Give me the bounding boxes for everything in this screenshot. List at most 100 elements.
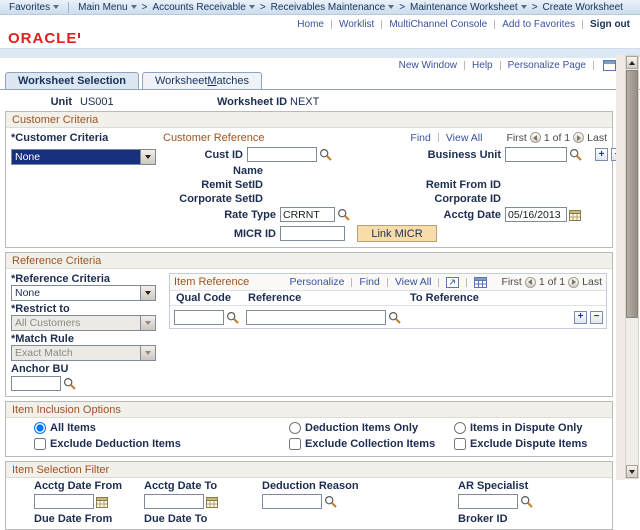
calendar-icon[interactable]: [206, 496, 218, 508]
add-row-button[interactable]: +: [595, 148, 608, 161]
acctg-date-to-input[interactable]: [144, 494, 204, 509]
help-link[interactable]: Help: [472, 60, 493, 71]
divider: [464, 61, 465, 70]
scrollbar-thumb[interactable]: [626, 70, 638, 318]
oracle-logo: ORACLE: [8, 30, 77, 47]
deduction-items-only-radio[interactable]: [289, 422, 301, 434]
header-band: [0, 48, 640, 58]
deduction-items-only-label: Deduction Items Only: [305, 422, 418, 434]
lookup-icon[interactable]: [388, 311, 401, 324]
first-label: First: [501, 276, 521, 288]
exclude-dispute-items-checkbox[interactable]: [454, 438, 466, 450]
corporate-id-label: Corporate ID: [333, 193, 501, 205]
ar-specialist-label: AR Specialist: [458, 480, 607, 492]
exclude-collection-items-checkbox[interactable]: [289, 438, 301, 450]
anchor-bu-label: Anchor BU: [11, 363, 169, 375]
personalize-link[interactable]: Personalize: [290, 276, 345, 288]
tab-worksheet-matches[interactable]: Worksheet Matches: [142, 72, 262, 89]
reference-criteria-select[interactable]: None: [11, 285, 156, 301]
ar-specialist-input[interactable]: [458, 494, 518, 509]
lookup-icon[interactable]: [63, 377, 76, 390]
previous-row-icon[interactable]: [525, 277, 536, 288]
acctg-date-to-label: Acctg Date To: [144, 480, 262, 492]
previous-row-icon[interactable]: [530, 132, 541, 143]
lookup-icon[interactable]: [319, 148, 332, 161]
breadcrumb-create-worksheet[interactable]: Create Worksheet: [543, 2, 623, 13]
customer-criteria-groupbox: Customer Criteria *Customer Criteria Non…: [5, 111, 613, 248]
reference-input[interactable]: [246, 310, 386, 325]
last-label: Last: [587, 132, 607, 144]
worksheet-id-value: NEXT: [290, 96, 319, 108]
find-link[interactable]: Find: [410, 132, 430, 144]
divider: [500, 61, 501, 70]
acctg-date-from-input[interactable]: [34, 494, 94, 509]
add-to-favorites-link[interactable]: Add to Favorites: [502, 19, 575, 30]
business-unit-input[interactable]: [505, 147, 567, 162]
items-in-dispute-only-label: Items in Dispute Only: [470, 422, 582, 434]
exclude-deduction-items-checkbox[interactable]: [34, 438, 46, 450]
worklist-link[interactable]: Worklist: [339, 19, 374, 30]
tab-worksheet-selection[interactable]: Worksheet Selection: [5, 72, 139, 89]
items-in-dispute-only-radio[interactable]: [454, 422, 466, 434]
acctg-date-input[interactable]: [505, 207, 567, 222]
delete-row-button[interactable]: −: [590, 311, 603, 324]
lookup-icon[interactable]: [569, 148, 582, 161]
scroll-up-button[interactable]: [626, 56, 638, 69]
sign-out-link[interactable]: Sign out: [590, 19, 630, 30]
restrict-to-label: *Restrict to: [11, 303, 169, 315]
calendar-icon[interactable]: [96, 496, 108, 508]
breadcrumb-receivables-maintenance[interactable]: Receivables Maintenance: [271, 2, 395, 13]
deduction-reason-input[interactable]: [262, 494, 322, 509]
cust-id-label: Cust ID: [163, 149, 243, 161]
lookup-icon[interactable]: [520, 495, 533, 508]
item-reference-title: Item Reference: [174, 276, 249, 288]
dropdown-arrow-icon: [140, 316, 155, 330]
vertical-scrollbar[interactable]: [625, 55, 639, 479]
chevron-down-icon: [131, 5, 137, 9]
next-row-icon[interactable]: [568, 277, 579, 288]
lookup-icon[interactable]: [324, 495, 337, 508]
customer-criteria-select[interactable]: None: [11, 149, 156, 165]
reference-criteria-title: Reference Criteria: [6, 253, 612, 269]
all-items-radio[interactable]: [34, 422, 46, 434]
chevron-down-icon: [249, 5, 255, 9]
personalize-page-link[interactable]: Personalize Page: [508, 60, 586, 71]
tab-bar: Worksheet Selection Worksheet Matches: [0, 71, 640, 90]
match-rule-label: *Match Rule: [11, 333, 169, 345]
find-link[interactable]: Find: [359, 276, 379, 288]
link-micr-button[interactable]: Link MICR: [357, 225, 437, 242]
divider: [381, 20, 382, 29]
http-window-icon[interactable]: [603, 60, 616, 71]
qual-code-input[interactable]: [174, 310, 224, 325]
home-link[interactable]: Home: [297, 19, 324, 30]
breadcrumb-maintenance-worksheet[interactable]: Maintenance Worksheet: [410, 2, 527, 13]
last-label: Last: [582, 276, 602, 288]
breadcrumb-main-menu[interactable]: Main Menu: [78, 2, 136, 13]
rate-type-input[interactable]: [280, 207, 335, 222]
first-label: First: [506, 132, 526, 144]
grid-view-icon[interactable]: [474, 277, 487, 288]
dropdown-arrow-icon[interactable]: [140, 150, 155, 164]
new-window-link[interactable]: New Window: [399, 60, 457, 71]
multichannel-console-link[interactable]: MultiChannel Console: [389, 19, 487, 30]
calendar-icon[interactable]: [569, 209, 581, 221]
add-row-button[interactable]: +: [574, 311, 587, 324]
breadcrumb-accounts-receivable[interactable]: Accounts Receivable: [152, 2, 254, 13]
next-row-icon[interactable]: [573, 132, 584, 143]
lookup-icon[interactable]: [226, 311, 239, 324]
name-label: Name: [163, 165, 263, 177]
download-to-excel-icon[interactable]: [446, 277, 459, 288]
scroll-down-button[interactable]: [626, 465, 638, 478]
dropdown-arrow-icon[interactable]: [140, 286, 155, 300]
crumb-separator: >: [142, 2, 148, 13]
item-inclusion-title: Item Inclusion Options: [6, 402, 612, 418]
view-all-link[interactable]: View All: [395, 276, 432, 288]
crumb-separator: >: [532, 2, 538, 13]
remit-setid-label: Remit SetID: [163, 179, 263, 191]
breadcrumb-favorites[interactable]: Favorites: [9, 2, 59, 13]
due-date-to-label: Due Date To: [144, 513, 262, 525]
anchor-bu-input[interactable]: [11, 376, 61, 391]
cust-id-input[interactable]: [247, 147, 317, 162]
view-all-link[interactable]: View All: [446, 132, 483, 144]
micr-id-input[interactable]: [280, 226, 345, 241]
